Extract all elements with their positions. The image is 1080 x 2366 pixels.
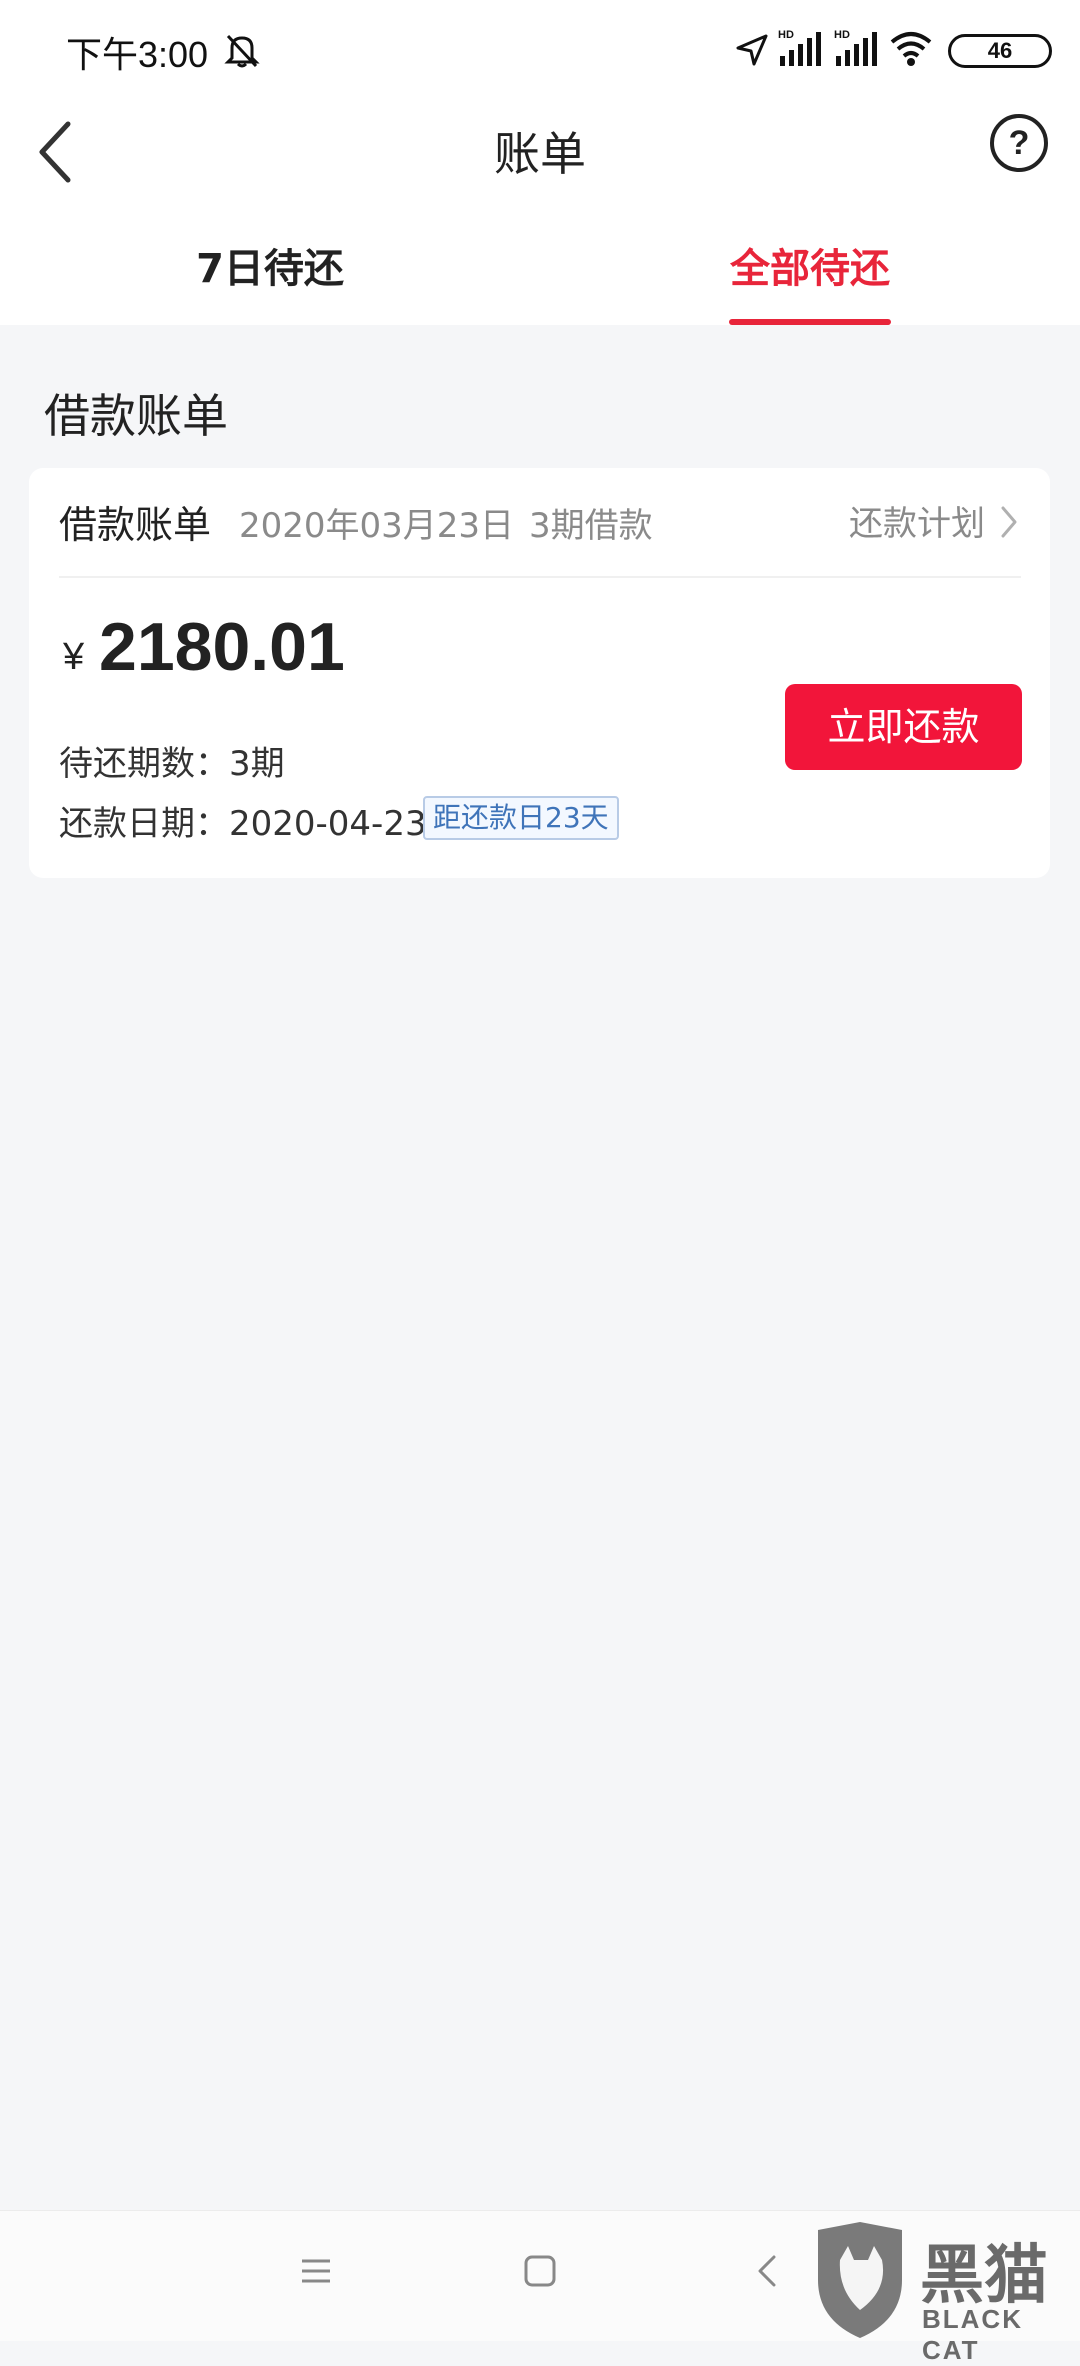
bill-type: 借款账单 [59,503,212,547]
menu-icon[interactable] [296,2251,336,2291]
amount-due: 2180.01 [99,609,345,685]
back-icon[interactable] [748,2251,788,2291]
help-button[interactable]: ? [990,114,1048,172]
repayment-plan-link[interactable]: 还款计划 [849,496,985,545]
pending-periods-value: 3期 [229,744,285,784]
home-icon[interactable] [520,2251,560,2291]
tab-bar: 7日待还 全部待还 [0,210,1080,325]
battery-icon: 46 [948,34,1052,68]
signal-hd-icon: HD [834,29,877,66]
section-title: 借款账单 [44,389,228,443]
nav-bar: 账单 ? [0,100,1080,210]
page-title: 账单 [494,127,586,181]
watermark-en: BLACK CAT [922,2304,1023,2365]
bill-card: 借款账单 2020年03月23日 3期借款 还款计划 ¥ 2180.01 待还期… [29,468,1050,878]
status-time: 下午3:00 [66,34,209,75]
repay-now-button[interactable]: 立即还款 [785,684,1022,770]
location-icon [736,34,768,66]
watermark: 黑猫 BLACK CAT [810,2220,1080,2365]
chevron-right-icon[interactable] [997,502,1021,542]
tab-7-day-due[interactable]: 7日待还 [120,236,420,294]
bill-periods: 3期借款 [529,506,653,546]
due-date-value: 2020-04-23 [229,804,427,844]
signal-hd-icon: HD [778,29,821,66]
black-cat-logo-icon [818,2222,902,2338]
due-date-row: 还款日期：2020-04-23 [59,796,427,845]
currency-symbol: ¥ [63,636,85,678]
svg-text:HD: HD [834,29,850,41]
pending-periods-label: 待还期数： [59,744,229,784]
pending-periods-row: 待还期数：3期 [59,736,285,785]
status-bar: 下午3:00 HD HD 46 [0,0,1080,100]
mute-icon [224,34,260,68]
tab-all-due[interactable]: 全部待还 [660,236,960,294]
active-tab-indicator [729,319,891,325]
divider [59,576,1021,578]
countdown-badge: 距还款日23天 [423,796,619,840]
svg-text:HD: HD [778,29,794,41]
wifi-icon [890,32,932,66]
due-date-label: 还款日期： [59,804,229,844]
bill-date: 2020年03月23日 [239,506,515,546]
bill-card-header: 借款账单 2020年03月23日 3期借款 还款计划 [29,468,1050,576]
watermark-cn: 黑猫 [920,2239,1048,2313]
